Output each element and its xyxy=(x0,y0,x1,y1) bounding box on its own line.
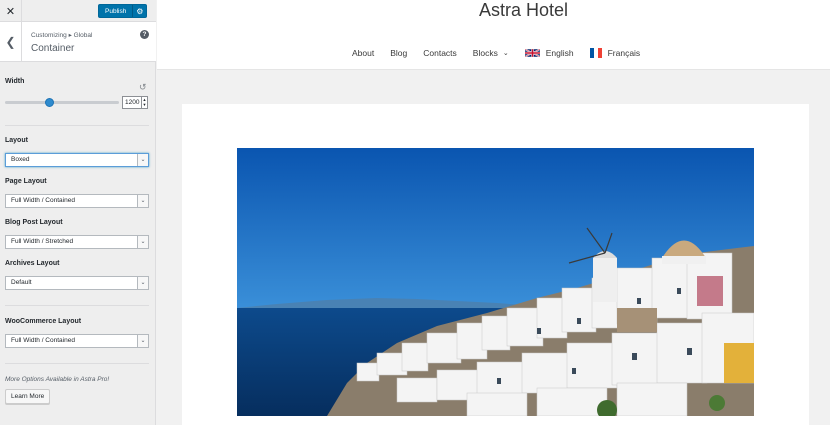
customizer-topbar: ✕ Publish ⚙ xyxy=(0,0,156,22)
customizer-sidebar: ✕ Publish ⚙ ❮ Customizing ▸ Global Conta… xyxy=(0,0,156,425)
archives-layout-value: Default xyxy=(11,279,32,286)
divider xyxy=(5,363,149,364)
page-layout-select[interactable]: Full Width / Contained ⌄ xyxy=(5,194,149,208)
chevron-left-icon[interactable]: ❮ xyxy=(0,22,22,62)
promo-text: More Options Available in Astra Pro! xyxy=(5,376,110,383)
help-icon[interactable]: ? xyxy=(140,30,149,39)
section-header: ❮ Customizing ▸ Global Container ? xyxy=(0,22,156,62)
woocommerce-layout-value: Full Width / Contained xyxy=(11,337,75,344)
nav-label: Contacts xyxy=(423,48,457,58)
slider-handle[interactable] xyxy=(44,98,54,107)
close-icon[interactable]: ✕ xyxy=(0,0,22,22)
site-preview: Astra Hotel About Blog Contacts Blocks ⌄… xyxy=(157,0,830,425)
archives-layout-select[interactable]: Default ⌄ xyxy=(5,276,149,290)
content-container xyxy=(182,104,809,425)
publish-button[interactable]: Publish xyxy=(98,4,133,18)
nav-label: Blog xyxy=(390,48,408,58)
spinner-icon[interactable]: ▲ ▼ xyxy=(141,97,147,108)
publish-group: Publish ⚙ xyxy=(98,4,148,18)
blog-post-layout-select[interactable]: Full Width / Stretched ⌄ xyxy=(5,235,149,249)
layout-value: Boxed xyxy=(11,156,30,163)
divider xyxy=(5,125,149,126)
chevron-down-icon: ⌄ xyxy=(137,195,148,207)
learn-more-button[interactable]: Learn More xyxy=(5,389,51,404)
nav-english[interactable]: English xyxy=(524,48,574,58)
divider xyxy=(5,305,149,306)
site-nav: About Blog Contacts Blocks ⌄ English Fra… xyxy=(352,48,656,58)
chevron-down-icon: ⌄ xyxy=(137,236,148,248)
nav-blocks[interactable]: Blocks ⌄ xyxy=(473,48,509,58)
nav-label: Blocks xyxy=(472,48,498,58)
blog-post-layout-label: Blog Post Layout xyxy=(5,219,63,226)
width-number-input[interactable]: 1200 ▲ ▼ xyxy=(122,96,148,109)
archives-layout-label: Archives Layout xyxy=(5,260,60,267)
breadcrumb: Customizing ▸ Global xyxy=(31,32,93,39)
nav-blog[interactable]: Blog xyxy=(390,48,407,58)
chevron-down-icon: ⌄ xyxy=(137,335,148,347)
site-title[interactable]: Astra Hotel xyxy=(157,0,830,21)
page-layout-value: Full Width / Contained xyxy=(11,197,75,204)
width-value: 1200 xyxy=(125,99,140,106)
santorini-hero-image xyxy=(237,148,754,416)
width-label: Width xyxy=(5,78,25,85)
nav-label: About xyxy=(352,48,375,58)
chevron-down-icon: ⌄ xyxy=(137,154,148,166)
nav-francais[interactable]: Français xyxy=(589,48,641,58)
page-layout-label: Page Layout xyxy=(5,178,47,185)
chevron-down-icon: ⌄ xyxy=(137,277,148,289)
nav-about[interactable]: About xyxy=(352,48,374,58)
section-title: Container xyxy=(31,43,75,54)
woocommerce-layout-label: WooCommerce Layout xyxy=(5,318,82,325)
chevron-down-icon: ⌄ xyxy=(502,50,509,57)
layout-select[interactable]: Boxed ⌄ xyxy=(5,153,149,167)
width-slider[interactable] xyxy=(5,98,119,107)
gear-icon[interactable]: ⚙ xyxy=(132,4,148,18)
nav-label: Français xyxy=(607,48,641,58)
site-header: Astra Hotel About Blog Contacts Blocks ⌄… xyxy=(157,0,830,70)
nav-label: English xyxy=(545,48,574,58)
uk-flag-icon xyxy=(524,48,540,58)
woocommerce-layout-select[interactable]: Full Width / Contained ⌄ xyxy=(5,334,149,348)
blog-post-layout-value: Full Width / Stretched xyxy=(11,238,74,245)
nav-contacts[interactable]: Contacts xyxy=(423,48,457,58)
reset-icon[interactable]: ↺ xyxy=(139,82,147,93)
france-flag-icon xyxy=(589,48,602,58)
layout-label: Layout xyxy=(5,137,28,144)
